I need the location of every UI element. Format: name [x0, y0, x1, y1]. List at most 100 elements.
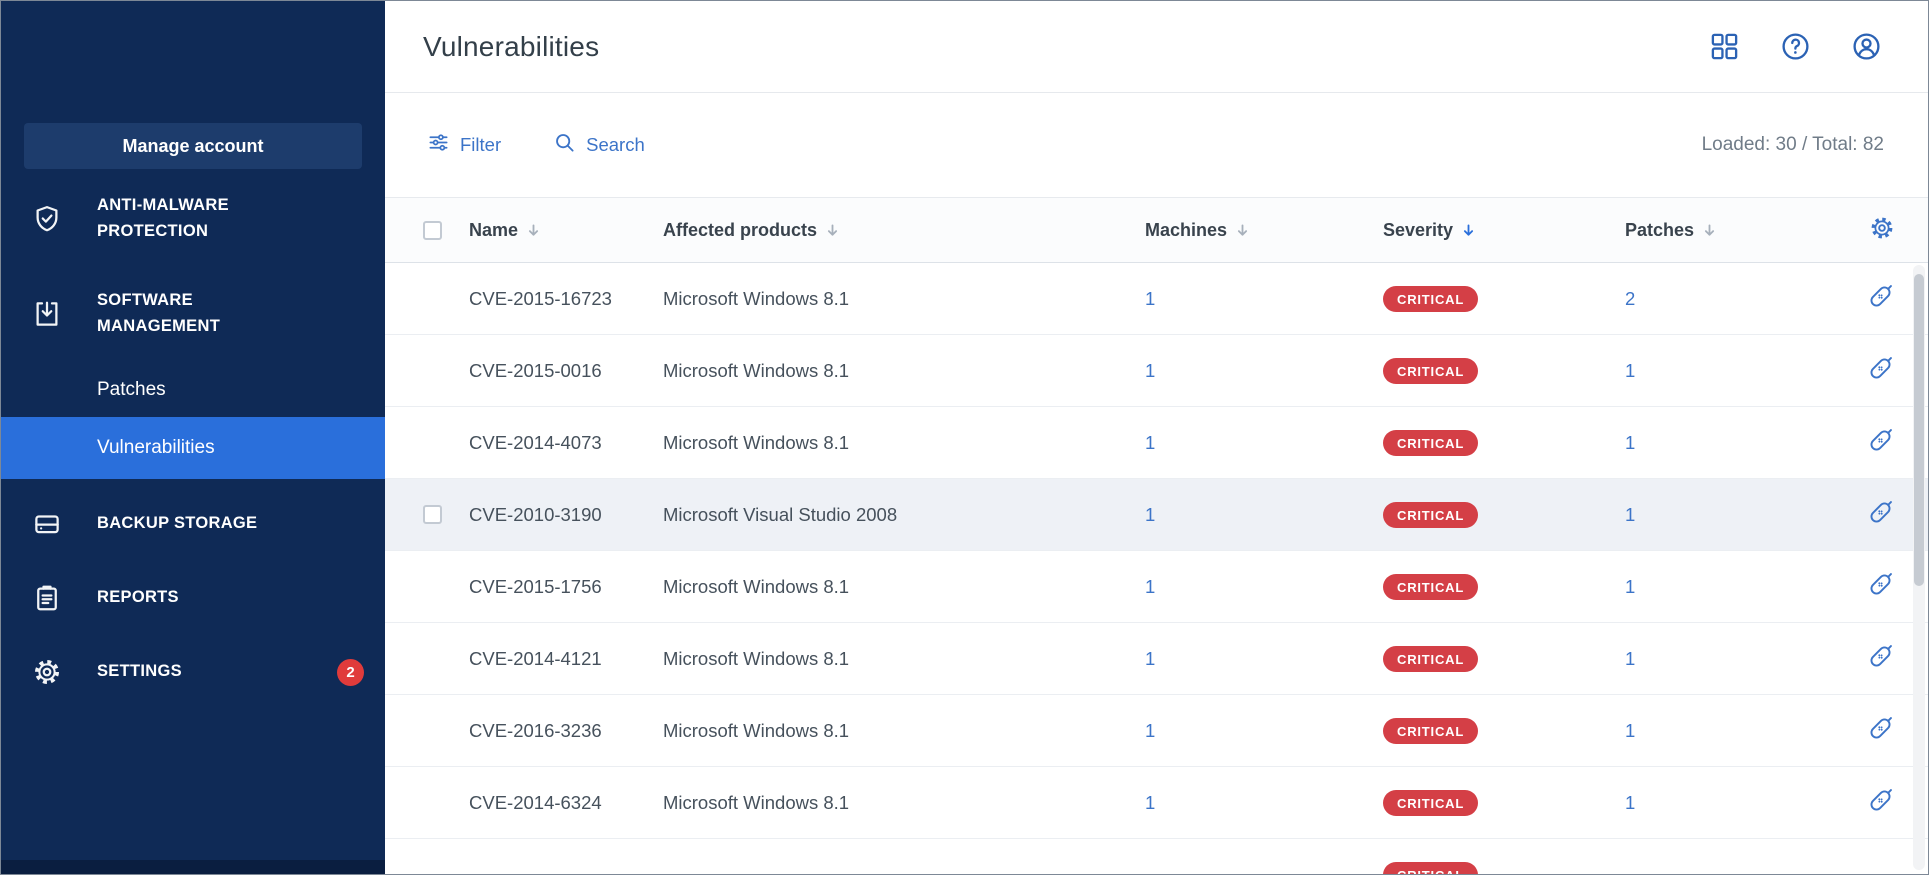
search-label: Search: [586, 134, 645, 156]
sort-icon[interactable]: [527, 223, 540, 238]
app-switcher-icon[interactable]: [1709, 31, 1740, 62]
vulnerability-name: CVE-2015-1756: [469, 576, 663, 598]
patches-count-link[interactable]: 1: [1625, 576, 1635, 597]
table-row-hovered[interactable]: CVE-2010-3190 Microsoft Visual Studio 20…: [385, 479, 1928, 551]
machines-count-link[interactable]: 1: [1145, 792, 1155, 813]
filter-label: Filter: [460, 134, 501, 156]
table-row[interactable]: CVE-2015-0016 Microsoft Windows 8.1 1 CR…: [385, 335, 1928, 407]
column-settings-gear-icon[interactable]: [1869, 215, 1895, 241]
shield-check-icon: [32, 204, 62, 234]
machines-count-link[interactable]: 1: [1145, 360, 1155, 381]
patches-count-link[interactable]: 1: [1625, 792, 1635, 813]
header-icons: [1709, 31, 1882, 62]
column-label: Patches: [1625, 220, 1694, 241]
patches-count-link[interactable]: 1: [1625, 648, 1635, 669]
severity-badge: CRITICAL: [1383, 502, 1478, 528]
patches-count-link[interactable]: 1: [1625, 360, 1635, 381]
table-row[interactable]: CVE-2014-4121 Microsoft Windows 8.1 1 CR…: [385, 623, 1928, 695]
affected-product: Microsoft Windows 8.1: [663, 792, 1145, 814]
column-header-severity[interactable]: Severity: [1383, 220, 1625, 241]
sidebar-item-label: SETTINGS: [97, 659, 182, 685]
install-patch-icon[interactable]: [1867, 571, 1894, 598]
page-title: Vulnerabilities: [423, 31, 599, 63]
sidebar-item-patches[interactable]: Patches: [1, 367, 385, 413]
sidebar-item-reports[interactable]: REPORTS: [1, 569, 385, 627]
row-checkbox[interactable]: [423, 505, 442, 524]
vertical-scrollbar-thumb[interactable]: [1914, 274, 1924, 586]
machines-count-link[interactable]: 1: [1145, 648, 1155, 669]
install-patch-icon[interactable]: [1867, 787, 1894, 814]
patches-count-link[interactable]: 1: [1625, 720, 1635, 741]
table-row[interactable]: CVE-2015-16723 Microsoft Windows 8.1 1 C…: [385, 263, 1928, 335]
select-all-checkbox[interactable]: [423, 221, 442, 240]
sort-icon[interactable]: [1236, 223, 1249, 238]
main-content: Vulnerabilities Filter Search Loaded: 30…: [385, 1, 1928, 874]
storage-drive-icon: [32, 509, 62, 539]
vulnerability-name: CVE-2014-4121: [469, 648, 663, 670]
severity-badge: CRITICAL: [1383, 286, 1478, 312]
patches-count-link[interactable]: 1: [1625, 504, 1635, 525]
sidebar-item-label: REPORTS: [97, 585, 297, 611]
table-row[interactable]: CVE-2014-6324 Microsoft Windows 8.1 1 CR…: [385, 767, 1928, 839]
table-row-partial[interactable]: CRITICAL: [385, 839, 1928, 874]
machines-count-link[interactable]: 1: [1145, 504, 1155, 525]
install-patch-icon[interactable]: [1867, 715, 1894, 742]
column-header-affected-products[interactable]: Affected products: [663, 220, 1145, 241]
vertical-scrollbar-track[interactable]: [1913, 265, 1925, 870]
table-row[interactable]: CVE-2016-3236 Microsoft Windows 8.1 1 CR…: [385, 695, 1928, 767]
patches-count-link[interactable]: 1: [1625, 432, 1635, 453]
affected-product: Microsoft Windows 8.1: [663, 360, 1145, 382]
software-download-icon: [32, 299, 62, 329]
affected-product: Microsoft Windows 8.1: [663, 576, 1145, 598]
vulnerability-name: CVE-2016-3236: [469, 720, 663, 742]
table-header: Name Affected products Machines Severity…: [385, 197, 1928, 263]
column-header-name[interactable]: Name: [469, 220, 663, 241]
machines-count-link[interactable]: 1: [1145, 576, 1155, 597]
manage-account-button[interactable]: Manage account: [24, 123, 362, 169]
table-row[interactable]: CVE-2015-1756 Microsoft Windows 8.1 1 CR…: [385, 551, 1928, 623]
sidebar-footer: [1, 860, 385, 874]
install-patch-icon[interactable]: [1867, 427, 1894, 454]
sidebar-item-vulnerabilities[interactable]: Vulnerabilities: [1, 417, 385, 479]
install-patch-icon[interactable]: [1867, 499, 1894, 526]
filter-button[interactable]: Filter: [427, 131, 501, 159]
notification-badge: 2: [337, 659, 364, 686]
install-patch-icon[interactable]: [1867, 283, 1894, 310]
column-header-patches[interactable]: Patches: [1625, 220, 1861, 241]
install-patch-icon[interactable]: [1867, 355, 1894, 382]
sort-icon[interactable]: [1703, 223, 1716, 238]
sidebar-item-label: ANTI-MALWARE PROTECTION: [97, 193, 297, 244]
page-header: Vulnerabilities: [385, 1, 1928, 93]
sidebar-item-label: BACKUP STORAGE: [97, 511, 297, 537]
search-button[interactable]: Search: [553, 131, 645, 159]
install-patch-icon[interactable]: [1867, 643, 1894, 670]
machines-count-link[interactable]: 1: [1145, 288, 1155, 309]
patches-count-link[interactable]: 2: [1625, 288, 1635, 309]
affected-product: Microsoft Windows 8.1: [663, 648, 1145, 670]
account-icon[interactable]: [1851, 31, 1882, 62]
sidebar-item-software-management[interactable]: SOFTWARE MANAGEMENT: [1, 274, 385, 353]
column-header-machines[interactable]: Machines: [1145, 220, 1383, 241]
vulnerability-name: CVE-2014-6324: [469, 792, 663, 814]
table-row[interactable]: CVE-2014-4073 Microsoft Windows 8.1 1 CR…: [385, 407, 1928, 479]
severity-badge: CRITICAL: [1383, 790, 1478, 816]
sidebar-item-settings[interactable]: SETTINGS 2: [1, 643, 385, 701]
severity-badge: CRITICAL: [1383, 430, 1478, 456]
column-label: Severity: [1383, 220, 1453, 241]
sort-icon[interactable]: [826, 223, 839, 238]
loaded-total-counter: Loaded: 30 / Total: 82: [1702, 134, 1884, 156]
machines-count-link[interactable]: 1: [1145, 720, 1155, 741]
column-label: Name: [469, 220, 518, 241]
sidebar: Manage account ANTI-MALWARE PROTECTION S…: [1, 1, 385, 874]
column-label: Affected products: [663, 220, 817, 241]
sidebar-item-anti-malware-protection[interactable]: ANTI-MALWARE PROTECTION: [1, 179, 385, 258]
sidebar-item-label: SOFTWARE MANAGEMENT: [97, 288, 297, 339]
vulnerability-name: CVE-2014-4073: [469, 432, 663, 454]
sidebar-item-backup-storage[interactable]: BACKUP STORAGE: [1, 495, 385, 553]
help-icon[interactable]: [1780, 31, 1811, 62]
gear-icon: [32, 657, 62, 687]
affected-product: Microsoft Windows 8.1: [663, 288, 1145, 310]
machines-count-link[interactable]: 1: [1145, 432, 1155, 453]
sort-icon-active[interactable]: [1462, 223, 1475, 238]
severity-badge: CRITICAL: [1383, 358, 1478, 384]
